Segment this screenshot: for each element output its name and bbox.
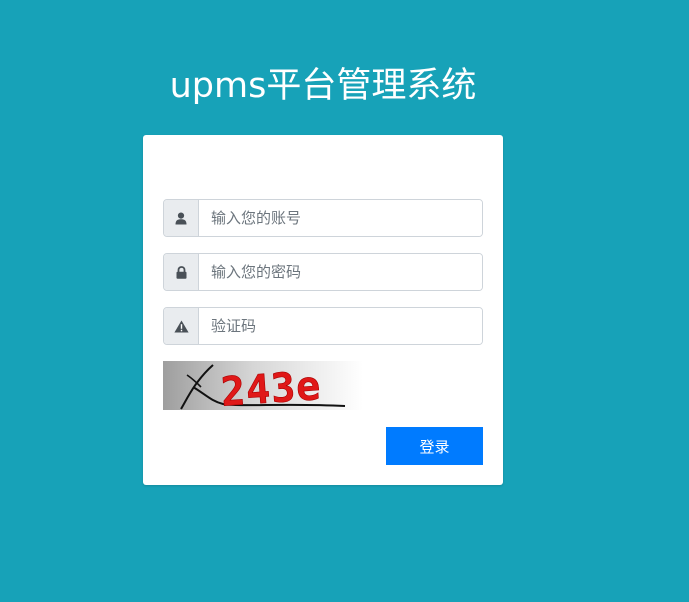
username-field-group: [163, 199, 483, 237]
username-input[interactable]: [199, 200, 482, 236]
captcha-input[interactable]: [199, 308, 482, 344]
user-icon: [164, 200, 199, 236]
captcha-field-group: [163, 307, 483, 345]
lock-icon: [164, 254, 199, 290]
password-input[interactable]: [199, 254, 482, 290]
login-button[interactable]: 登录: [386, 427, 483, 465]
captcha-image[interactable]: 243e: [163, 361, 363, 410]
warning-icon: [164, 308, 199, 344]
login-card: 243e 登录: [143, 135, 503, 485]
page-title: upms平台管理系统: [169, 66, 477, 106]
login-page: upms平台管理系统 输入您的账号 验证码 243e 登录: [0, 0, 689, 602]
captcha-text: 243e: [219, 363, 322, 410]
password-field-group: [163, 253, 483, 291]
